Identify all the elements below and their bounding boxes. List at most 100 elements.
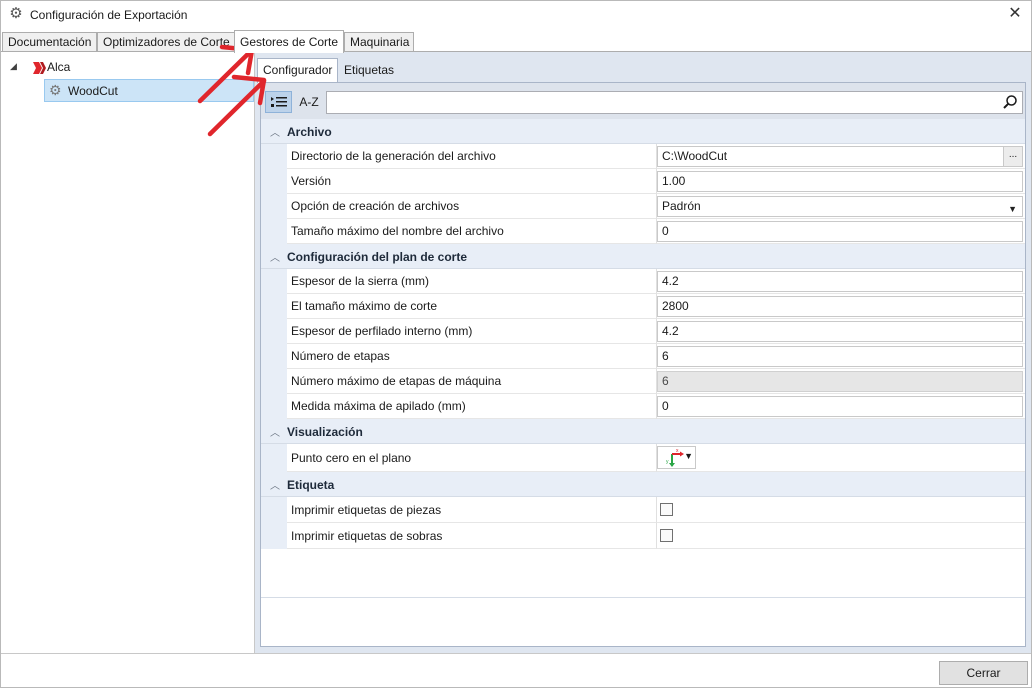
file-creation-option-dropdown[interactable]: Padrón ▼: [657, 196, 1023, 217]
tab-optimizadores-de-corte[interactable]: Optimizadores de Corte: [97, 32, 235, 52]
property-name: Opción de creación de archivos: [287, 194, 657, 219]
print-piece-labels-checkbox[interactable]: [660, 503, 673, 516]
row-gutter: [261, 394, 287, 419]
max-cut-size-field[interactable]: 2800: [657, 296, 1023, 317]
property-grid-container: A-Z ︿ Archivo Directorio de la generació…: [260, 82, 1026, 647]
search-field: [326, 91, 1023, 114]
max-stack-height-field[interactable]: 0: [657, 396, 1023, 417]
row-gutter: [261, 294, 287, 319]
row-gutter: [261, 444, 287, 472]
field-value: C:\WoodCut: [662, 149, 728, 163]
property-value: 6: [657, 344, 1025, 369]
property-row: Número de etapas 6: [261, 344, 1025, 369]
tab-gestores-de-corte[interactable]: Gestores de Corte: [234, 30, 344, 53]
property-name: Espesor de la sierra (mm): [287, 269, 657, 294]
tree-node-label: WoodCut: [68, 84, 118, 98]
alphabetical-view-button[interactable]: A-Z: [295, 91, 323, 113]
close-window-button[interactable]: ✕: [1005, 4, 1025, 24]
print-offcut-labels-checkbox[interactable]: [660, 529, 673, 542]
row-gutter: [261, 344, 287, 369]
property-value: 1.00: [657, 169, 1025, 194]
property-value: 4.2: [657, 319, 1025, 344]
collapse-chevron-icon[interactable]: ︿: [270, 477, 282, 492]
alca-logo-icon: [33, 62, 46, 74]
title-bar: ⚙ Configuración de Exportación ✕: [1, 1, 1031, 29]
property-value: 0: [657, 394, 1025, 419]
saw-thickness-field[interactable]: 4.2: [657, 271, 1023, 292]
max-filename-length-field[interactable]: 0: [657, 221, 1023, 242]
category-plan-de-corte[interactable]: ︿ Configuración del plan de corte: [261, 244, 1025, 269]
settings-panel: Configurador Etiquetas A-Z ︿ Archivo Dir…: [254, 52, 1031, 653]
property-name: El tamaño máximo de corte: [287, 294, 657, 319]
search-icon[interactable]: [1002, 94, 1018, 110]
row-gutter: [261, 194, 287, 219]
property-value: x y ▼: [657, 444, 1025, 472]
property-row: Punto cero en el plano x y ▼: [261, 444, 1025, 472]
property-row: Versión 1.00: [261, 169, 1025, 194]
dropdown-arrow-icon[interactable]: ▼: [684, 451, 693, 461]
property-name: Versión: [287, 169, 657, 194]
category-visualizacion[interactable]: ︿ Visualización: [261, 419, 1025, 444]
export-config-window: ⚙ Configuración de Exportación ✕ Documen…: [0, 0, 1032, 688]
collapse-chevron-icon[interactable]: ︿: [270, 124, 282, 139]
property-name: Medida máxima de apilado (mm): [287, 394, 657, 419]
property-name: Tamaño máximo del nombre del archivo: [287, 219, 657, 244]
row-gutter: [261, 523, 287, 549]
categorized-list-icon: [270, 97, 287, 107]
collapse-chevron-icon[interactable]: ︿: [270, 249, 282, 264]
property-value: 6: [657, 369, 1025, 394]
output-directory-field[interactable]: C:\WoodCut ...: [657, 146, 1023, 167]
property-value: 2800: [657, 294, 1025, 319]
property-row: Espesor de la sierra (mm) 4.2: [261, 269, 1025, 294]
category-archivo[interactable]: ︿ Archivo: [261, 119, 1025, 144]
category-label: Etiqueta: [287, 478, 335, 492]
tree-node-woodcut[interactable]: ⚙ WoodCut: [44, 79, 254, 102]
property-value: 0: [657, 219, 1025, 244]
row-gutter: [261, 219, 287, 244]
property-value: [657, 523, 1025, 549]
row-gutter: [261, 169, 287, 194]
property-value: Padrón ▼: [657, 194, 1025, 219]
row-gutter: [261, 319, 287, 344]
property-name: Directorio de la generación del archivo: [287, 144, 657, 169]
internal-profile-thickness-field[interactable]: 4.2: [657, 321, 1023, 342]
close-button[interactable]: Cerrar: [939, 661, 1028, 685]
collapse-triangle-icon[interactable]: ◢: [10, 61, 20, 72]
tab-documentacion[interactable]: Documentación: [2, 32, 97, 52]
collapse-chevron-icon[interactable]: ︿: [270, 424, 282, 439]
row-gutter: [261, 269, 287, 294]
categorized-view-button[interactable]: [265, 91, 292, 113]
property-name: Espesor de perfilado interno (mm): [287, 319, 657, 344]
category-etiqueta[interactable]: ︿ Etiqueta: [261, 472, 1025, 497]
zero-point-picker[interactable]: x y ▼: [657, 446, 696, 469]
main-tab-strip: Documentación Optimizadores de Corte Ges…: [1, 30, 1031, 53]
version-field[interactable]: 1.00: [657, 171, 1023, 192]
property-row: Directorio de la generación del archivo …: [261, 144, 1025, 169]
cut-manager-tree: ◢ Alca ⚙ WoodCut: [2, 52, 254, 653]
property-row: Espesor de perfilado interno (mm) 4.2: [261, 319, 1025, 344]
property-grid: ︿ Archivo Directorio de la generación de…: [261, 119, 1025, 597]
inner-tab-strip: Configurador Etiquetas: [255, 52, 1032, 83]
browse-button[interactable]: ...: [1003, 147, 1022, 166]
property-value: [657, 497, 1025, 523]
axis-origin-icon: x y: [666, 448, 684, 467]
grid-divider: [261, 597, 1025, 598]
category-label: Visualización: [287, 425, 363, 439]
svg-text:y: y: [666, 459, 669, 465]
tab-etiquetas[interactable]: Etiquetas: [338, 58, 400, 82]
window-title: Configuración de Exportación: [30, 8, 188, 22]
dropdown-arrow-icon[interactable]: ▼: [1008, 200, 1017, 219]
row-gutter: [261, 497, 287, 523]
tree-node-label: Alca: [47, 60, 71, 74]
search-input[interactable]: [330, 94, 990, 111]
tab-maquinaria[interactable]: Maquinaria: [344, 32, 414, 52]
property-row: Imprimir etiquetas de sobras: [261, 523, 1025, 549]
property-name: Imprimir etiquetas de sobras: [287, 523, 657, 549]
tab-configurador[interactable]: Configurador: [257, 58, 339, 83]
field-value: Padrón: [662, 199, 701, 213]
property-row: Medida máxima de apilado (mm) 0: [261, 394, 1025, 419]
stage-count-field[interactable]: 6: [657, 346, 1023, 367]
property-row: Tamaño máximo del nombre del archivo 0: [261, 219, 1025, 244]
property-row: El tamaño máximo de corte 2800: [261, 294, 1025, 319]
property-grid-toolbar: A-Z: [261, 83, 1025, 119]
